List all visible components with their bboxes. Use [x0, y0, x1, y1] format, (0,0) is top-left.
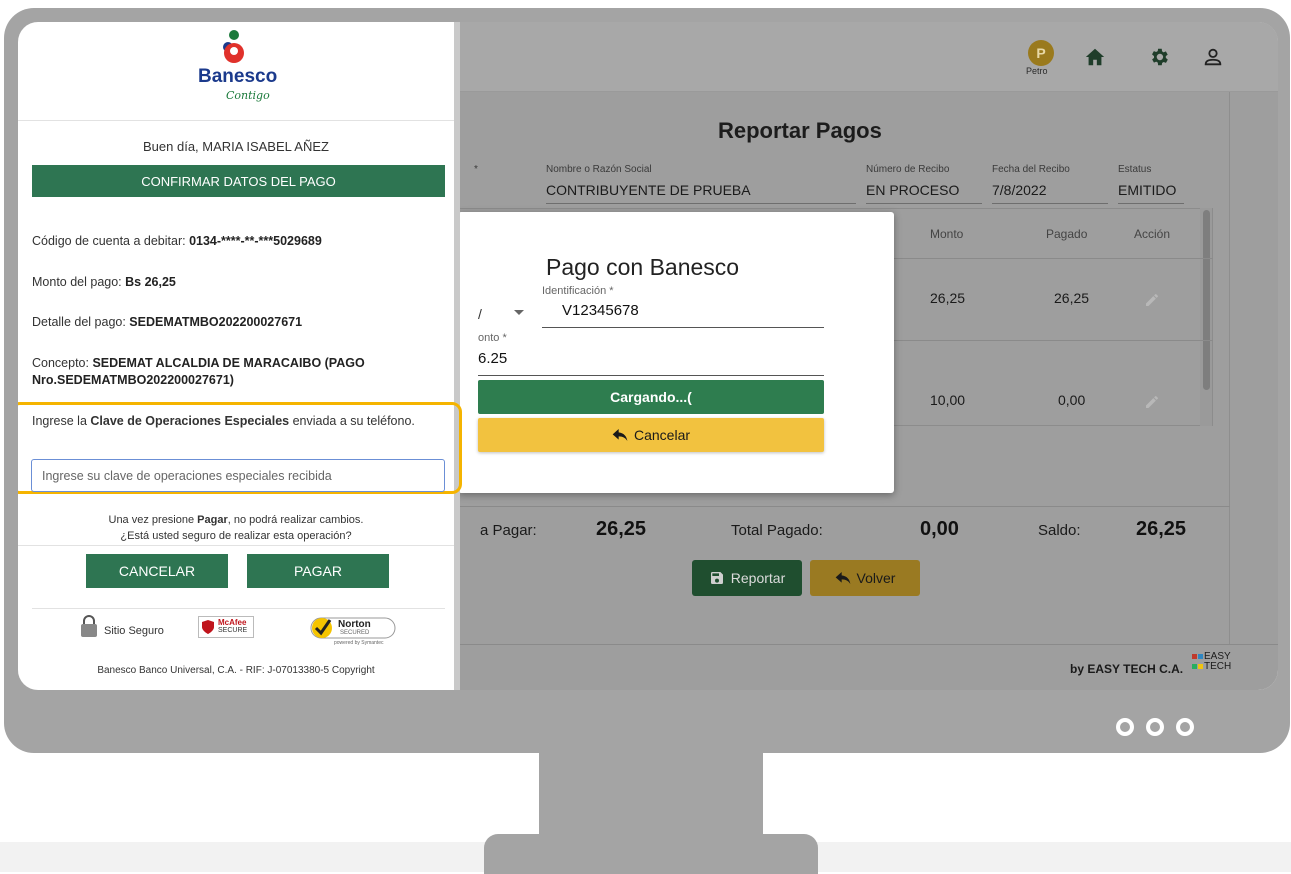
home-icon[interactable]: [1084, 46, 1106, 68]
saldo-label: Saldo:: [1038, 522, 1081, 539]
field-underline: [866, 203, 982, 204]
mcafee-shield-icon: [202, 620, 214, 634]
greeting: Buen día, MARIA ISABEL AÑEZ: [143, 139, 329, 154]
banesco-tagline: Contigo: [226, 89, 270, 102]
norton-secured-badge: Norton SECURED powered by Symantec: [310, 612, 396, 646]
petro-label: Petro: [1026, 66, 1048, 76]
cancelar-button[interactable]: CANCELAR: [86, 554, 228, 588]
row2-pagado: 0,00: [1058, 392, 1086, 408]
page-title: Reportar Pagos: [718, 118, 882, 143]
reportar-button[interactable]: Reportar: [692, 560, 802, 596]
pago-banesco-modal: Pago con Banesco / Identificación * V123…: [458, 212, 894, 493]
monto-detail: Monto del pago: Bs 26,25: [32, 275, 176, 289]
partial-select: /: [478, 306, 482, 322]
mcafee-secure-badge: McAfee SECURE: [198, 616, 254, 638]
indicator-dot: [1176, 718, 1194, 736]
monto-label: onto *: [478, 332, 507, 344]
divider: [18, 120, 454, 121]
row1-pagado: 26,25: [1054, 290, 1090, 306]
dropdown-arrow-icon[interactable]: [514, 310, 524, 315]
divider: [18, 545, 454, 546]
banesco-brand: Banesco: [198, 66, 278, 87]
field-underline: [478, 375, 824, 376]
total-a-pagar-label: a Pagar:: [480, 522, 537, 539]
monto-input[interactable]: 6.25: [478, 350, 507, 367]
divider: [32, 608, 445, 609]
saldo-value: 26,25: [1136, 518, 1187, 540]
footer-credit: by EASY TECH C.A.: [1070, 662, 1184, 676]
th-monto: Monto: [930, 227, 964, 241]
numero-recibo-value[interactable]: EN PROCESO: [866, 182, 959, 198]
user-icon[interactable]: [1202, 46, 1224, 68]
confirm-title-bar: CONFIRMAR DATOS DEL PAGO: [32, 165, 445, 197]
identificacion-label: Identificación *: [542, 285, 614, 297]
warning-line2: ¿Está usted seguro de realizar esta oper…: [120, 530, 352, 542]
partial-field-label: *: [474, 164, 478, 175]
footer-divider: [458, 644, 1278, 645]
total-pagado-label: Total Pagado:: [731, 522, 823, 539]
indicator-dot: [1116, 718, 1134, 736]
row2-monto: 10,00: [930, 392, 966, 408]
monitor-screen: P Petro Reportar Pagos * Nombre o Razón …: [18, 22, 1278, 690]
lock-icon: [81, 615, 97, 637]
volver-label: Volver: [856, 570, 896, 586]
easytech-logo: EASY TECH: [1192, 652, 1231, 672]
reply-icon: [835, 572, 850, 584]
modal-cancel-button[interactable]: Cancelar: [478, 418, 824, 452]
total-pagado-value: 0,00: [920, 518, 959, 540]
detalle-detail: Detalle del pago: SEDEMATMBO202200027671: [32, 315, 303, 329]
save-icon: [710, 572, 723, 584]
cuenta-detail: Código de cuenta a debitar: 0134-****-**…: [32, 234, 322, 248]
copyright: Banesco Banco Universal, C.A. - RIF: J-0…: [97, 665, 375, 676]
field-underline: [546, 203, 856, 204]
petro-icon[interactable]: P: [1028, 40, 1054, 66]
reply-icon: [612, 429, 628, 441]
field-underline: [992, 203, 1108, 204]
estatus-value[interactable]: EMITIDO: [1118, 182, 1176, 198]
concepto-detail: Concepto: SEDEMAT ALCALDIA DE MARACAIBO …: [32, 356, 365, 387]
pagar-button[interactable]: PAGAR: [247, 554, 389, 588]
total-a-pagar-value: 26,25: [596, 518, 647, 540]
identificacion-input[interactable]: V12345678: [562, 302, 639, 319]
field-underline: [542, 327, 824, 328]
fecha-recibo-value[interactable]: 7/8/2022: [992, 182, 1047, 198]
volver-button[interactable]: Volver: [810, 560, 920, 596]
cancel-label: Cancelar: [633, 427, 691, 443]
fecha-recibo-label: Fecha del Recibo: [992, 164, 1070, 175]
razon-social-label: Nombre o Razón Social: [546, 164, 652, 175]
row1-monto: 26,25: [930, 290, 966, 306]
warning-line1: Una vez presione Pagar, no podrá realiza…: [108, 514, 364, 526]
indicator-dot: [1146, 718, 1164, 736]
reportar-label: Reportar: [730, 570, 786, 586]
modal-title: Pago con Banesco: [546, 254, 740, 280]
numero-recibo-label: Número de Recibo: [866, 164, 950, 175]
edit-pencil-icon[interactable]: [1144, 394, 1160, 410]
monitor-base: [484, 834, 818, 874]
th-pagado: Pagado: [1046, 227, 1088, 241]
edit-pencil-icon[interactable]: [1144, 292, 1160, 308]
estatus-label: Estatus: [1118, 164, 1152, 175]
clave-input[interactable]: Ingrese su clave de operaciones especial…: [31, 459, 445, 492]
monitor-neck: [539, 752, 763, 842]
sitio-seguro-label: Sitio Seguro: [104, 625, 164, 637]
gear-icon[interactable]: [1148, 46, 1170, 68]
razon-social-value[interactable]: CONTRIBUYENTE DE PRUEBA: [546, 182, 751, 198]
totals-divider: [458, 506, 1230, 507]
scrollbar-thumb[interactable]: [1203, 210, 1210, 390]
field-underline: [1118, 203, 1184, 204]
th-accion: Acción: [1134, 227, 1171, 241]
cargando-button[interactable]: Cargando...(: [478, 380, 824, 414]
banesco-payment-panel: Banesco Contigo Buen día, MARIA ISABEL A…: [18, 22, 462, 690]
clave-instructions: Ingrese la Clave de Operaciones Especial…: [32, 414, 415, 428]
